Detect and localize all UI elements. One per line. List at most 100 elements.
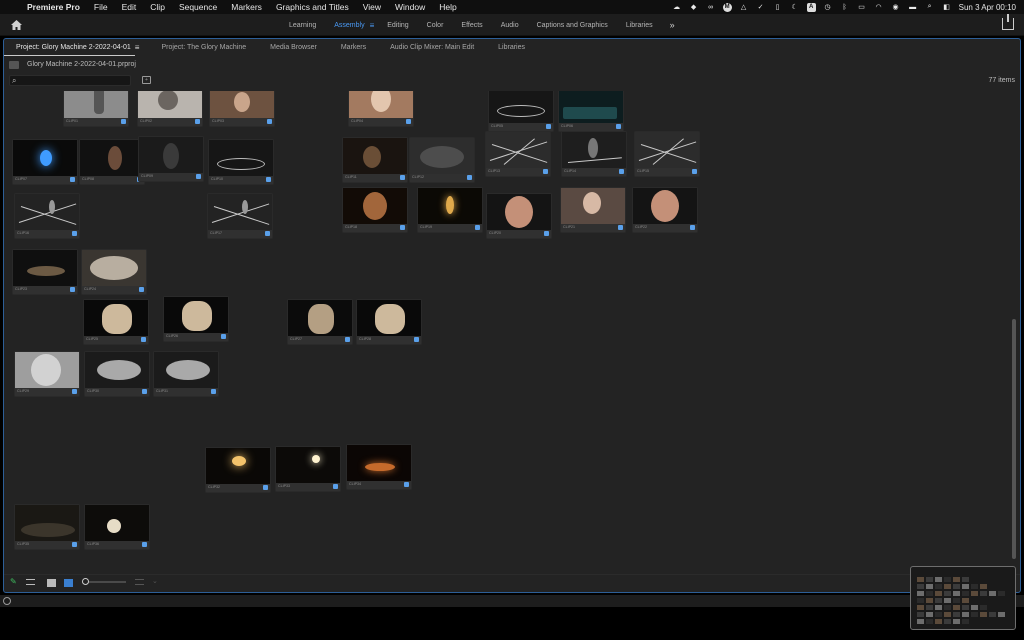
v-check-icon[interactable]: ✓ bbox=[756, 2, 766, 12]
clip-thumbnail[interactable]: CLIP26 bbox=[163, 296, 229, 342]
menu-view[interactable]: View bbox=[356, 2, 388, 12]
clip-thumbnail[interactable]: CLIP04 bbox=[348, 91, 414, 127]
menu-app-name[interactable]: Premiere Pro bbox=[20, 2, 87, 12]
clip-thumbnail[interactable]: CLIP29 bbox=[14, 351, 80, 397]
moon-icon[interactable]: ☾ bbox=[790, 2, 800, 12]
workspace-tab-assembly[interactable]: Assembly bbox=[325, 22, 373, 29]
workspace-menu-icon[interactable]: ≡ bbox=[370, 21, 375, 30]
cloud-icon[interactable]: ☁ bbox=[672, 2, 682, 12]
tab-markers[interactable]: Markers bbox=[329, 39, 378, 56]
clip-thumbnail[interactable]: CLIP05 bbox=[488, 91, 554, 132]
workspace-tab-captions[interactable]: Captions and Graphics bbox=[528, 22, 617, 29]
clip-thumbnail[interactable]: CLIP07 bbox=[12, 139, 78, 185]
scrollbar-thumb[interactable] bbox=[1012, 319, 1016, 559]
clip-thumbnail[interactable]: CLIP32 bbox=[205, 447, 271, 493]
tab-media-browser[interactable]: Media Browser bbox=[258, 39, 329, 56]
display-icon[interactable]: ▬ bbox=[908, 2, 918, 12]
share-icon[interactable] bbox=[1002, 14, 1014, 30]
zoom-slider-handle[interactable] bbox=[82, 578, 90, 585]
vertical-scrollbar[interactable] bbox=[1010, 91, 1018, 563]
clip-thumbnail[interactable]: CLIP36 bbox=[84, 504, 150, 550]
clip-thumbnail[interactable]: CLIP14 bbox=[561, 131, 627, 177]
menu-help[interactable]: Help bbox=[432, 2, 463, 12]
workspace-tab-learning[interactable]: Learning bbox=[280, 22, 325, 29]
sort-icon[interactable] bbox=[135, 579, 144, 585]
clip-thumbnail[interactable]: CLIP10 bbox=[208, 139, 274, 185]
clip-info-bar: CLIP32 bbox=[206, 484, 270, 492]
battery-icon[interactable]: ▭ bbox=[857, 2, 867, 12]
m-badge-icon[interactable]: M bbox=[722, 2, 732, 12]
menu-graphics-and-titles[interactable]: Graphics and Titles bbox=[269, 2, 356, 12]
control-center-icon[interactable]: ◧ bbox=[942, 2, 952, 12]
clip-thumbnail[interactable]: CLIP31 bbox=[153, 351, 219, 397]
clip-thumbnail[interactable]: CLIP01 bbox=[63, 91, 129, 127]
zoom-slider[interactable] bbox=[82, 578, 126, 585]
clip-thumbnail[interactable]: CLIP20 bbox=[486, 193, 552, 239]
clip-thumbnail[interactable]: CLIP25 bbox=[83, 299, 149, 345]
home-button[interactable] bbox=[8, 18, 24, 32]
clip-thumbnail[interactable]: CLIP35 bbox=[14, 504, 80, 550]
tab-libraries[interactable]: Libraries bbox=[486, 39, 537, 56]
clock-icon[interactable]: ◷ bbox=[823, 2, 833, 12]
clip-thumbnail[interactable]: CLIP16 bbox=[14, 193, 80, 239]
tab-audio-clip-mixer[interactable]: Audio Clip Mixer: Main Edit bbox=[378, 39, 486, 56]
clip-thumbnail[interactable]: CLIP17 bbox=[207, 193, 273, 239]
clip-thumbnail[interactable]: CLIP24 bbox=[81, 249, 147, 295]
workspace-tab-effects[interactable]: Effects bbox=[452, 22, 491, 29]
new-bin-icon[interactable]: + bbox=[142, 76, 151, 84]
sort-chevron-icon[interactable]: ⌄ bbox=[152, 577, 158, 585]
list-view-icon[interactable] bbox=[26, 579, 35, 585]
clip-type-icon bbox=[467, 175, 472, 180]
clip-thumbnail[interactable]: CLIP03 bbox=[209, 91, 275, 127]
clip-thumbnail[interactable]: CLIP06 bbox=[558, 91, 624, 132]
wifi-icon[interactable]: ◠ bbox=[874, 2, 884, 12]
panel-menu-icon[interactable]: ≡ bbox=[135, 43, 150, 52]
menu-file[interactable]: File bbox=[87, 2, 115, 12]
date-time[interactable]: Sun 3 Apr 00:10 bbox=[959, 3, 1016, 12]
user-icon[interactable]: ◉ bbox=[891, 2, 901, 12]
clip-thumbnail[interactable]: CLIP02 bbox=[137, 91, 203, 127]
pencil-icon[interactable]: ✎ bbox=[10, 577, 19, 586]
clip-thumbnail[interactable]: CLIP33 bbox=[275, 446, 341, 492]
menu-window[interactable]: Window bbox=[388, 2, 432, 12]
workspace-tab-editing[interactable]: Editing bbox=[378, 22, 417, 29]
clip-thumbnail[interactable]: CLIP15 bbox=[634, 131, 700, 177]
workspace-tab-libraries[interactable]: Libraries bbox=[617, 22, 662, 29]
drive-icon[interactable]: △ bbox=[739, 2, 749, 12]
icon-view-icon[interactable] bbox=[47, 579, 56, 587]
clip-thumbnail[interactable]: CLIP19 bbox=[417, 187, 483, 233]
clip-thumbnail[interactable]: CLIP21 bbox=[560, 187, 626, 233]
clip-thumbnail[interactable]: CLIP28 bbox=[356, 299, 422, 345]
dropbox-icon[interactable]: ◆ bbox=[689, 2, 699, 12]
clip-thumbnail[interactable]: CLIP09 bbox=[138, 136, 204, 182]
clip-thumbnail[interactable]: CLIP18 bbox=[342, 187, 408, 233]
clip-thumbnail[interactable]: CLIP23 bbox=[12, 249, 78, 295]
clip-thumbnail[interactable]: CLIP30 bbox=[84, 351, 150, 397]
clip-grid[interactable]: CLIP01 CLIP02 CLIP03 CLIP04 CLIP05 CLIP06 CLIP… bbox=[4, 91, 1008, 563]
bluetooth-icon[interactable]: ᛒ bbox=[840, 2, 850, 12]
text-a-icon[interactable]: A bbox=[806, 2, 816, 12]
menu-markers[interactable]: Markers bbox=[224, 2, 269, 12]
clip-thumbnail[interactable]: CLIP11 bbox=[342, 137, 408, 183]
menu-sequence[interactable]: Sequence bbox=[172, 2, 224, 12]
freeform-view-icon[interactable] bbox=[64, 579, 73, 587]
clip-thumbnail[interactable]: CLIP12 bbox=[409, 137, 475, 183]
eye-icon[interactable] bbox=[3, 597, 11, 605]
clip-thumbnail[interactable]: CLIP27 bbox=[287, 299, 353, 345]
workspace-tab-color[interactable]: Color bbox=[418, 22, 453, 29]
clip-thumbnail[interactable]: CLIP34 bbox=[346, 444, 412, 490]
tab-project-glory-machine-2[interactable]: Project: Glory Machine 2-2022-04-01 bbox=[4, 39, 135, 56]
clip-thumbnail[interactable]: CLIP08 bbox=[79, 139, 145, 185]
workspace-tab-audio[interactable]: Audio bbox=[492, 22, 528, 29]
phone-icon[interactable]: ▯ bbox=[773, 2, 783, 12]
creative-cloud-icon[interactable]: ∞ bbox=[706, 2, 716, 12]
workspace-more-icon[interactable]: » bbox=[670, 20, 675, 30]
clip-thumbnail[interactable]: CLIP22 bbox=[632, 187, 698, 233]
menu-edit[interactable]: Edit bbox=[115, 2, 144, 12]
menu-clip[interactable]: Clip bbox=[143, 2, 172, 12]
screenshot-preview[interactable] bbox=[910, 566, 1016, 630]
tab-project-the-glory-machine[interactable]: Project: The Glory Machine bbox=[149, 39, 258, 56]
search-icon[interactable]: ⌕ bbox=[925, 2, 935, 12]
search-input[interactable]: ⌕ bbox=[9, 75, 131, 86]
clip-thumbnail[interactable]: CLIP13 bbox=[485, 131, 551, 177]
